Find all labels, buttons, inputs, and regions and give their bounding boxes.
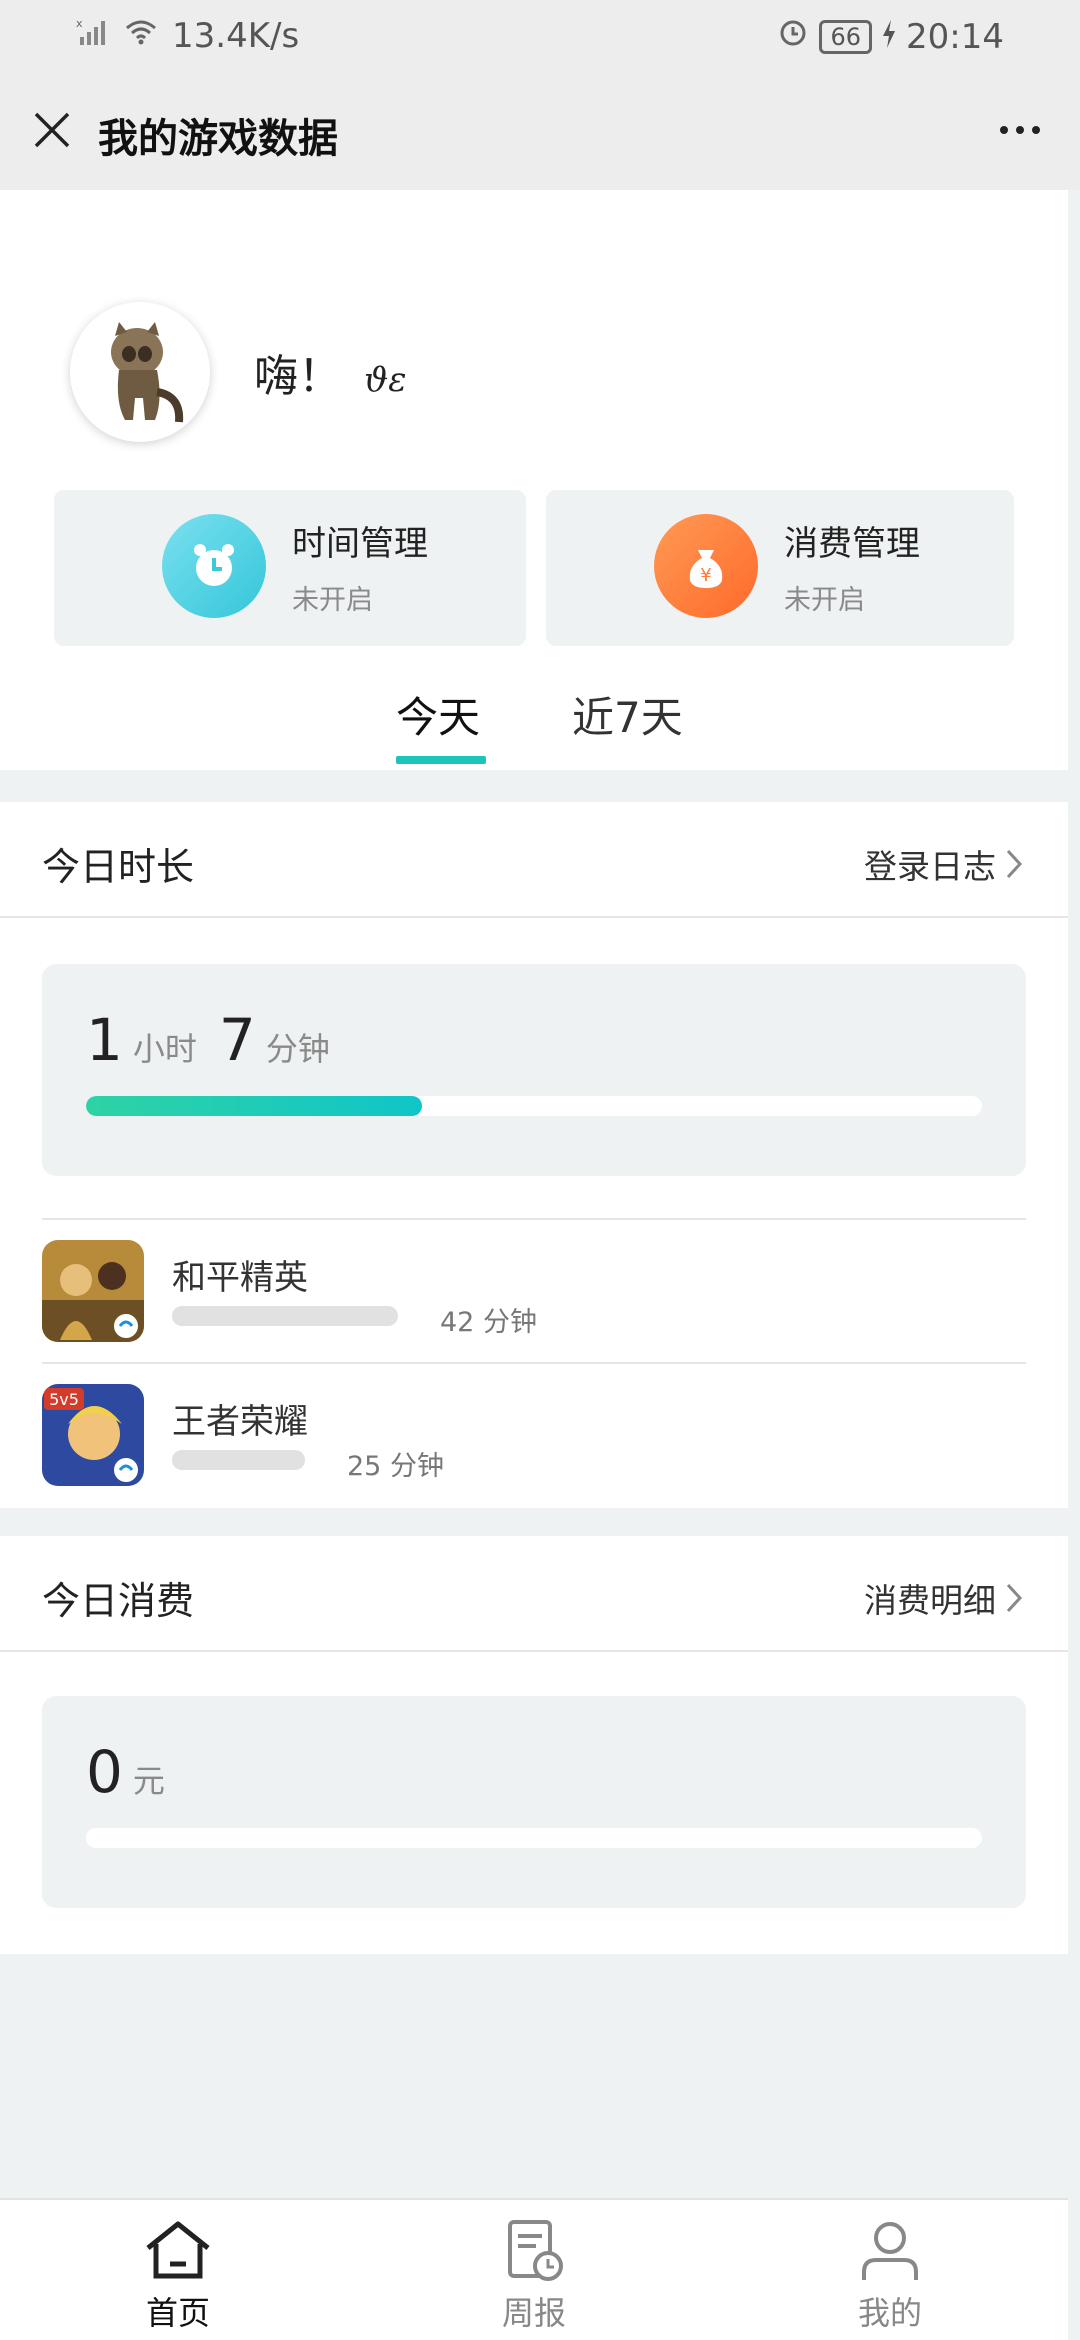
section-header: 今日时长 登录日志 [0,802,1068,918]
spending-summary: 0 元 [42,1696,1026,1908]
tab-last-7-days[interactable]: 近7天 [572,684,683,745]
hours-value: 1 [86,1006,123,1074]
close-icon [34,112,70,148]
game-name: 王者荣耀 [172,1402,308,1442]
charging-icon [882,17,896,57]
game-time: 25 分钟 [347,1451,444,1482]
spending-management-card[interactable]: ¥ 消费管理 未开启 [546,490,1014,646]
honor-of-kings-game-icon: 5v5 [42,1384,144,1486]
spending-detail-label: 消费明细 [864,1581,996,1620]
close-button[interactable] [24,102,80,158]
tab-today[interactable]: 今天 [396,684,480,745]
section-header: 今日消费 消费明细 [0,1536,1068,1652]
game-row-peace-elite[interactable]: 和平精英 42 分钟 [42,1218,1026,1362]
greeting-label: 嗨！ [254,351,342,402]
spending-management-status: 未开启 [784,585,865,616]
minutes-value: 7 [218,1006,256,1074]
user-icon [862,2222,918,2280]
duration-progress-fill [86,1096,422,1116]
login-log-label: 登录日志 [864,847,996,886]
spending-value: 0 元 [86,1738,177,1806]
peace-elite-game-icon [42,1240,144,1342]
section-title: 今日消费 [42,1579,195,1623]
net-speed: 13.4K/s [172,16,300,56]
hours-unit: 小时 [132,1030,197,1068]
bottom-navigation: 首页 周报 我的 [0,2198,1068,2340]
today-duration-section: 今日时长 登录日志 1 小时 7 分钟 和平精英 42 分钟 5v5 王者荣耀 … [0,802,1068,1508]
svg-text:x: x [76,17,83,30]
wifi-icon [124,16,158,56]
more-options-button[interactable] [980,102,1060,158]
chevron-right-icon [1006,849,1023,879]
more-dot-icon [1000,126,1008,134]
game-name: 和平精英 [172,1258,308,1298]
game-row-honor-of-kings[interactable]: 5v5 王者荣耀 25 分钟 [42,1362,1026,1506]
profile-header: 嗨！ ϑɛ 时间管理 未开启 ¥ 消费管理 未开启 今天 近7天 [0,190,1068,770]
duration-progress-bar [86,1096,982,1116]
money-bag-icon: ¥ [654,514,758,618]
svg-text:¥: ¥ [700,565,711,586]
nav-mine[interactable]: 我的 [810,2218,970,2338]
active-tab-indicator [396,756,486,764]
duration-value: 1 小时 7 分钟 [86,1006,342,1074]
game-time: 42 分钟 [440,1307,537,1338]
amount-unit: 元 [132,1762,165,1800]
alarm-icon [777,16,809,57]
chevron-right-icon [1006,1583,1023,1613]
duration-summary: 1 小时 7 分钟 [42,964,1026,1176]
amount-value: 0 [86,1738,123,1806]
signature-text: ϑɛ [364,360,407,400]
raccoon-avatar-icon [111,322,184,423]
nav-home-label: 首页 [145,2294,210,2332]
login-log-link[interactable]: 登录日志 [864,840,1026,888]
alarm-clock-icon [162,514,266,618]
time-management-card[interactable]: 时间管理 未开启 [54,490,526,646]
avatar[interactable] [70,302,210,442]
spending-progress-bar [86,1828,982,1848]
time-management-title: 时间管理 [292,524,428,564]
section-title: 今日时长 [42,845,195,889]
report-icon [508,2220,563,2281]
spending-management-title: 消费管理 [784,524,920,564]
minutes-unit: 分钟 [265,1030,330,1068]
period-tabs: 今天 近7天 [0,684,1068,770]
page-title: 我的游戏数据 [98,116,338,162]
nav-home[interactable]: 首页 [98,2218,258,2338]
spending-detail-link[interactable]: 消费明细 [864,1574,1026,1622]
signal-icon: x [76,16,110,56]
clock-time: 20:14 [906,16,1004,57]
today-spending-section: 今日消费 消费明细 0 元 [0,1536,1068,1954]
more-dot-icon [1032,126,1040,134]
time-management-status: 未开启 [292,585,373,616]
svg-text:5v5: 5v5 [49,1390,79,1409]
nav-weekly-report-label: 周报 [501,2294,566,2332]
battery-indicator: 66 [819,19,873,54]
home-icon [146,2221,210,2279]
game-time-bar [172,1450,305,1470]
status-bar: x 13.4K/s 66 20:14 [0,0,1080,72]
nav-weekly-report[interactable]: 周报 [454,2218,614,2338]
title-bar: 我的游戏数据 [0,72,1080,190]
game-time-bar [172,1306,398,1326]
nav-mine-label: 我的 [857,2294,922,2332]
greeting-text: 嗨！ ϑɛ [254,340,407,404]
more-dot-icon [1016,126,1024,134]
